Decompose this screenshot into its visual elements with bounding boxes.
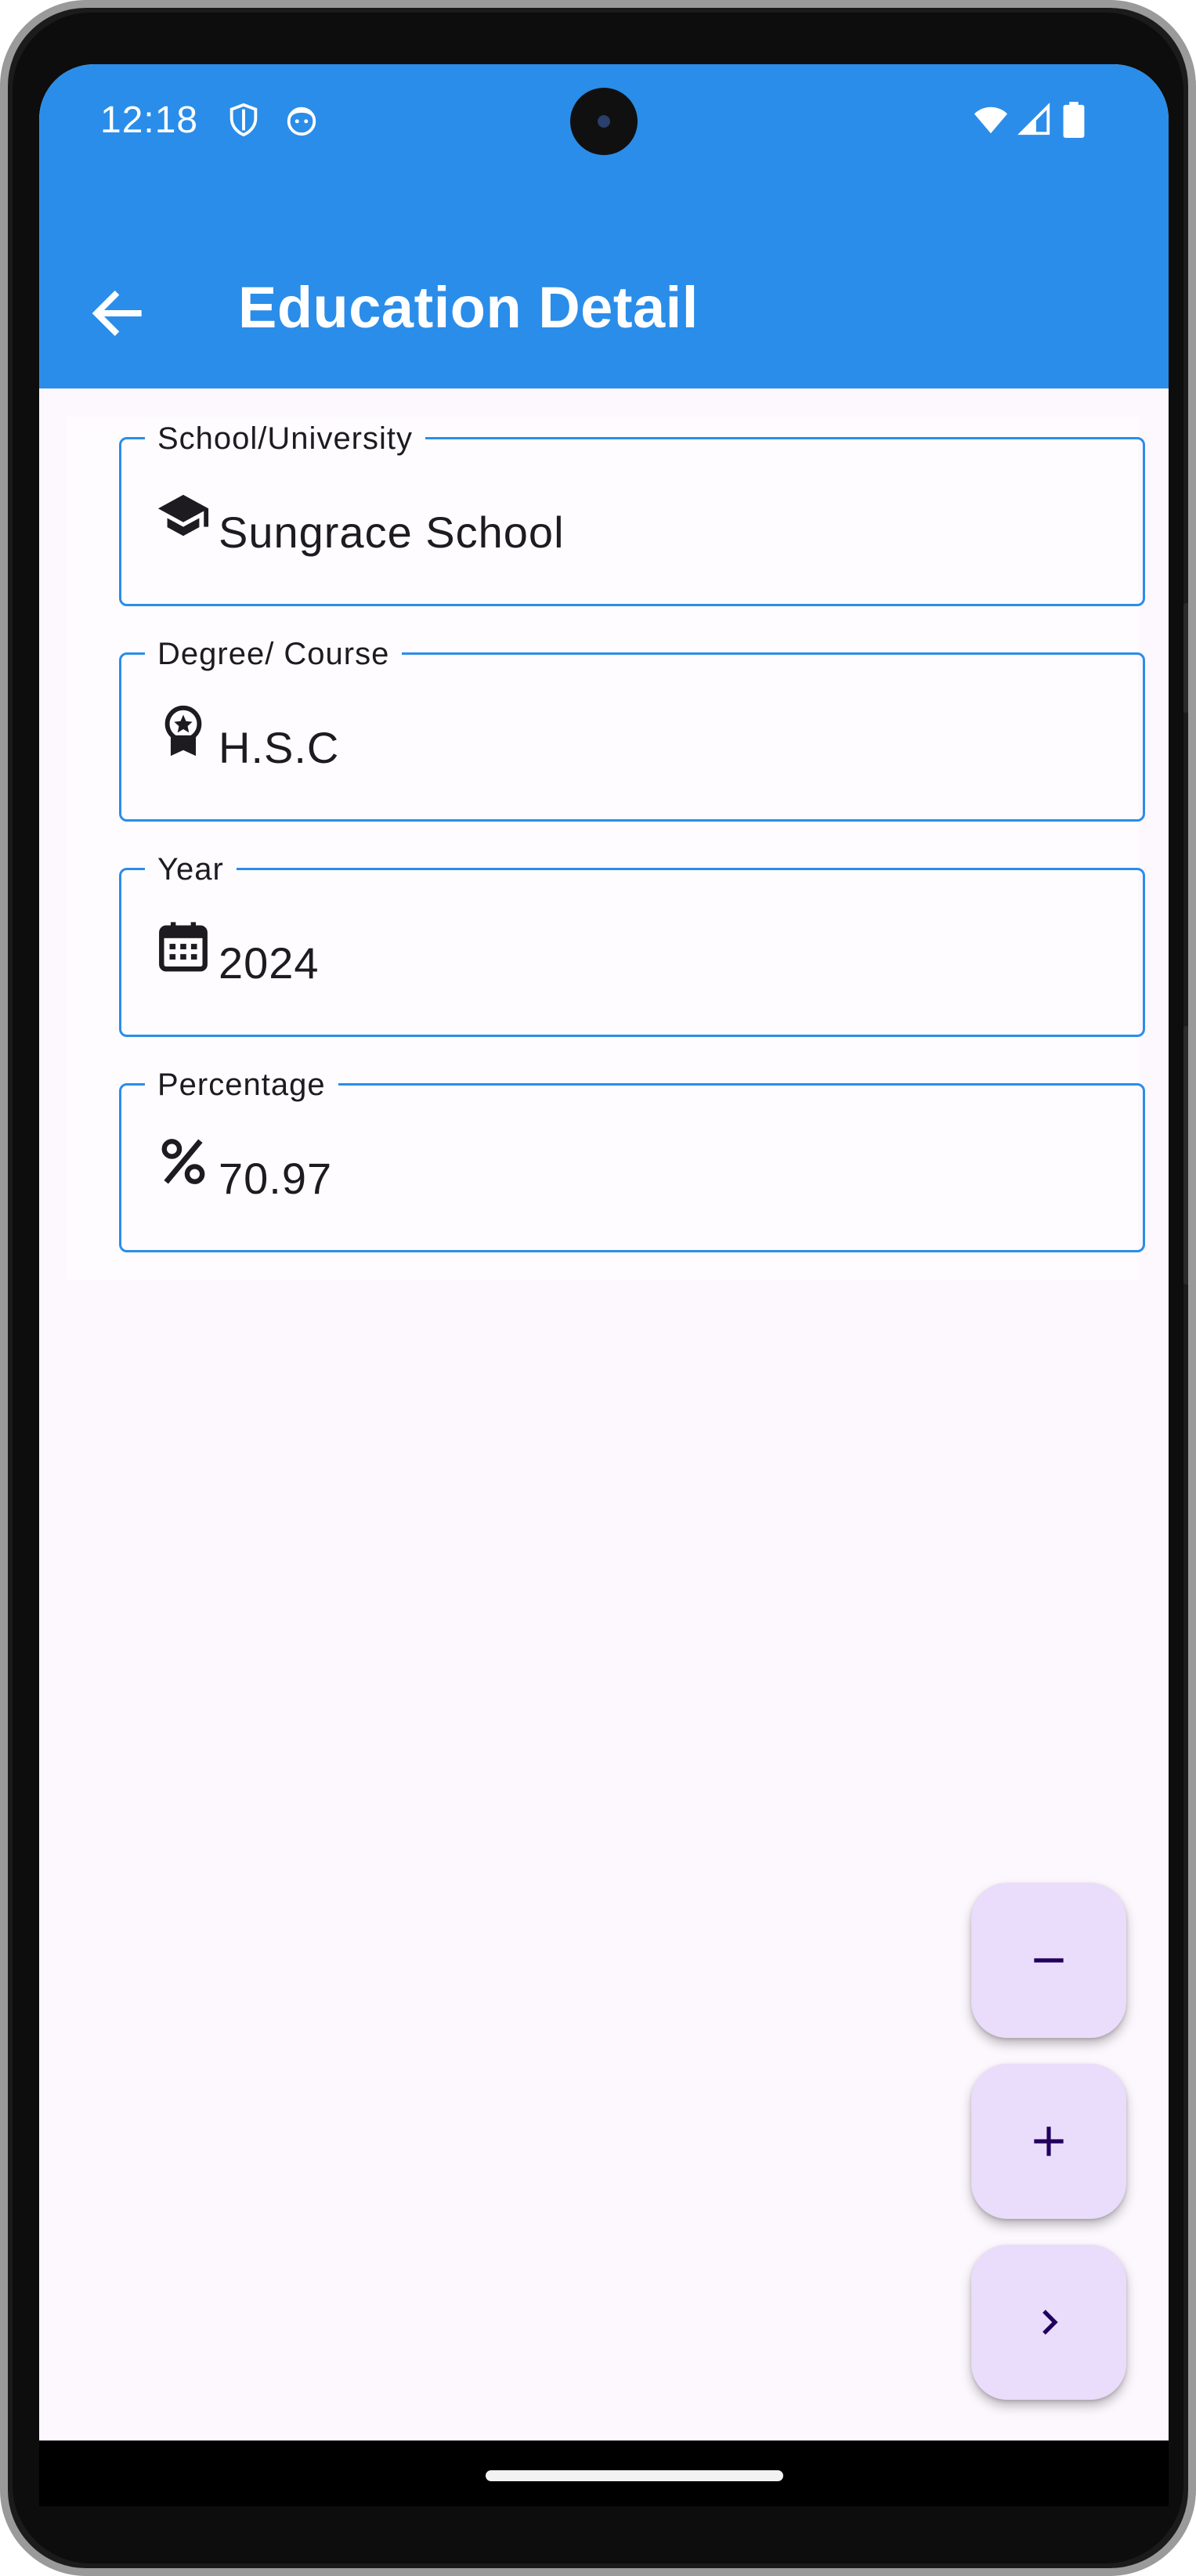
shield-icon: [229, 103, 258, 137]
degree-field-value: H.S.C: [219, 723, 340, 772]
status-bar: 12:18: [39, 64, 1169, 183]
graduation-cap-icon: [157, 494, 209, 537]
award-badge-icon: [164, 705, 202, 757]
plus-icon: [1034, 2126, 1064, 2156]
home-gesture-handle[interactable]: [486, 2470, 783, 2481]
calendar-icon: [159, 922, 208, 972]
education-form-card: School/University Sungrace School Degree…: [67, 417, 1145, 1280]
year-field-label: Year: [145, 847, 237, 891]
front-camera: [570, 88, 638, 155]
percentage-field-label: Percentage: [145, 1063, 338, 1107]
year-field[interactable]: Year 2024: [119, 847, 1145, 1037]
percentage-field-value: 70.97: [219, 1154, 333, 1203]
wifi-icon: [974, 107, 1008, 134]
arrow-left-icon[interactable]: [86, 282, 149, 345]
battery-icon: [1063, 102, 1085, 138]
remove-entry-button[interactable]: [971, 1883, 1126, 2038]
next-button[interactable]: [971, 2245, 1126, 2400]
percentage-field[interactable]: Percentage 70.97: [119, 1063, 1145, 1252]
app-bar: Education Detail: [39, 183, 1169, 388]
degree-field[interactable]: Degree/ Course H.S.C: [119, 632, 1145, 822]
face-icon: [287, 107, 316, 136]
chevron-right-icon: [1042, 2310, 1058, 2335]
power-button: [1183, 1026, 1188, 1284]
year-field-value: 2024: [219, 938, 320, 988]
phone-frame: 12:18 Education Detail School/University…: [0, 0, 1196, 2576]
status-time: 12:18: [100, 99, 199, 141]
page-title: Education Detail: [238, 275, 699, 340]
signal-icon: [1017, 103, 1050, 135]
school-field-label: School/University: [145, 417, 426, 461]
school-field[interactable]: School/University Sungrace School: [119, 417, 1145, 606]
minus-icon: [1034, 1958, 1064, 1963]
school-field-value: Sungrace School: [219, 508, 565, 557]
volume-button: [1183, 603, 1188, 713]
screen: 12:18 Education Detail School/University…: [39, 64, 1169, 2506]
degree-field-label: Degree/ Course: [145, 632, 403, 676]
percent-icon: [161, 1139, 205, 1184]
navigation-bar: [39, 2441, 1169, 2506]
add-entry-button[interactable]: [971, 2064, 1126, 2219]
